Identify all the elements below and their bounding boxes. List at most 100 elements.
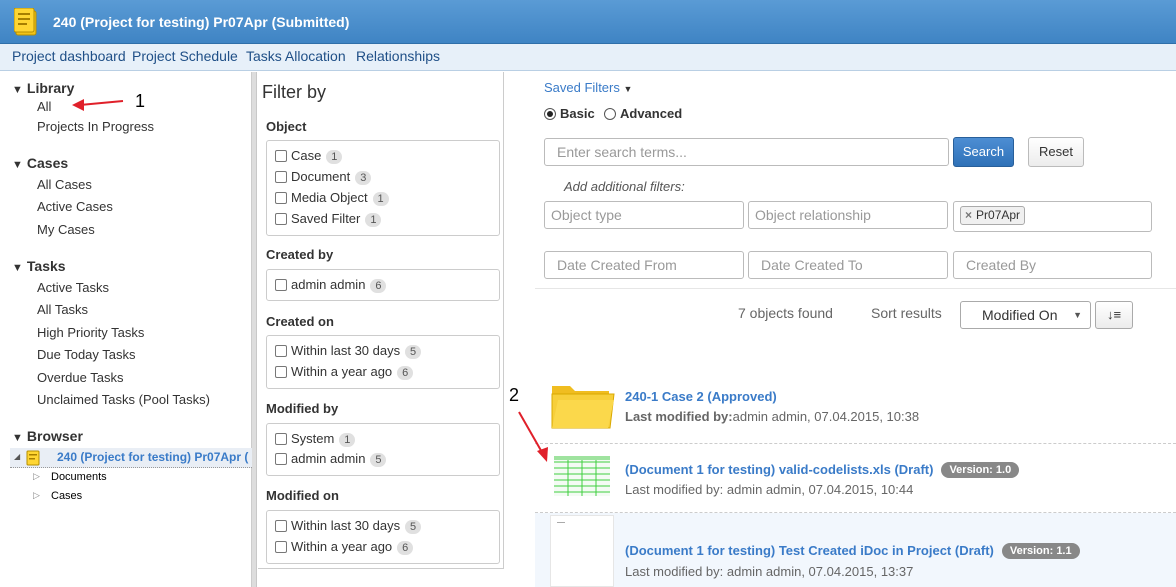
filter-created-by-label: Created by <box>266 247 334 262</box>
object-relationship-select[interactable]: Object relationship <box>748 201 948 229</box>
count-badge: 6 <box>397 366 414 380</box>
filter-modified-on-label: Modified on <box>266 488 339 503</box>
filter-option-label: Document <box>291 169 351 184</box>
search-button[interactable]: Search <box>953 137 1014 167</box>
filter-option[interactable]: admin admin 5 <box>275 451 387 469</box>
collapse-triangle-icon: ▼ <box>12 432 23 444</box>
version-badge: Version: 1.0 <box>941 462 1020 478</box>
result-item: (Document 1 for testing) valid-codelists… <box>535 444 1176 514</box>
filter-modified-by-label: Modified by <box>266 401 339 416</box>
filter-option[interactable]: System 1 <box>275 431 356 449</box>
panel-splitter[interactable] <box>252 72 257 587</box>
filter-option-label: Within a year ago <box>291 364 393 379</box>
checkbox[interactable] <box>275 520 287 532</box>
filter-option[interactable]: Within a year ago 6 <box>275 364 414 382</box>
radio-button[interactable] <box>544 108 556 120</box>
result-item: 240-1 Case 2 (Approved) Last modified by… <box>535 368 1176 440</box>
result-title-text[interactable]: (Document 1 for testing) valid-codelists… <box>625 462 933 477</box>
checkbox[interactable] <box>275 171 287 183</box>
search-main: Saved Filters ▼ Basic Advanced Enter sea… <box>505 72 1176 587</box>
library-section-title[interactable]: ▼ Library <box>12 80 74 96</box>
filter-option[interactable]: Within last 30 days 5 <box>275 343 422 361</box>
expand-triangle-icon[interactable]: ◢ <box>14 452 20 461</box>
sidebar-item-overdue-tasks[interactable]: Overdue Tasks <box>37 370 123 385</box>
collapse-triangle-icon: ▼ <box>12 159 23 171</box>
count-badge: 6 <box>370 279 387 293</box>
filter-option-label: Within last 30 days <box>291 518 401 533</box>
tree-item-documents-label: Documents <box>51 471 107 483</box>
filter-option-label: Within a year ago <box>291 539 393 554</box>
nav-relationships[interactable]: Relationships <box>356 48 440 64</box>
tree-item-cases[interactable]: ▷ Cases <box>33 490 83 502</box>
tasks-section-title[interactable]: ▼ Tasks <box>12 258 66 274</box>
sidebar-item-all-tasks[interactable]: All Tasks <box>37 302 88 317</box>
search-input[interactable]: Enter search terms... <box>544 138 949 166</box>
result-title-link[interactable]: 240-1 Case 2 (Approved) <box>625 389 777 404</box>
browser-tree-root[interactable]: ◢ 240 (Project for testing) Pr07Apr ( <box>10 448 252 468</box>
sort-label: Sort results <box>871 305 942 321</box>
browser-section-title[interactable]: ▼ Browser <box>12 428 83 444</box>
tree-item-documents[interactable]: ▷ Documents <box>33 471 107 483</box>
filter-option[interactable]: Document 3 <box>275 169 372 187</box>
document-thumbnail-icon <box>550 515 614 587</box>
basic-label: Basic <box>560 106 595 121</box>
sidebar-item-my-cases[interactable]: My Cases <box>37 222 95 237</box>
filter-option[interactable]: admin admin 6 <box>275 277 387 295</box>
expand-arrow-icon[interactable]: ▷ <box>33 471 40 482</box>
filter-option[interactable]: Saved Filter 1 <box>275 211 382 229</box>
sidebar-item-active-tasks[interactable]: Active Tasks <box>37 280 109 295</box>
filter-option-label: Media Object <box>291 190 368 205</box>
advanced-mode-radio[interactable]: Advanced <box>604 106 682 121</box>
expand-arrow-icon[interactable]: ▷ <box>33 490 40 501</box>
filter-option[interactable]: Media Object 1 <box>275 190 389 208</box>
nav-project-schedule[interactable]: Project Schedule <box>132 48 238 64</box>
saved-filters-label: Saved Filters <box>544 80 620 95</box>
nav-project-dashboard[interactable]: Project dashboard <box>12 48 126 64</box>
saved-filters-dropdown[interactable]: Saved Filters ▼ <box>544 80 632 95</box>
filter-option[interactable]: Within last 30 days 5 <box>275 518 422 536</box>
radio-button[interactable] <box>604 108 616 120</box>
result-item: (Document 1 for testing) Test Created iD… <box>535 513 1176 587</box>
sidebar-item-high-priority-tasks[interactable]: High Priority Tasks <box>37 325 144 340</box>
reset-button[interactable]: Reset <box>1028 137 1084 167</box>
created-by-select[interactable]: Created By <box>953 251 1152 279</box>
sort-direction-button[interactable]: ↓≡ <box>1095 301 1133 329</box>
sidebar-item-due-today-tasks[interactable]: Due Today Tasks <box>37 347 136 362</box>
cases-section-title[interactable]: ▼ Cases <box>12 155 68 171</box>
checkbox[interactable] <box>275 213 287 225</box>
result-title-text[interactable]: (Document 1 for testing) Test Created iD… <box>625 543 994 558</box>
checkbox[interactable] <box>275 453 287 465</box>
caret-down-icon: ▼ <box>623 84 633 94</box>
checkbox[interactable] <box>275 366 287 378</box>
result-title-link[interactable]: (Document 1 for testing) Test Created iD… <box>625 543 1080 559</box>
basic-mode-radio[interactable]: Basic <box>544 106 595 121</box>
browser-root-label[interactable]: 240 (Project for testing) Pr07Apr ( <box>57 450 248 464</box>
object-type-select[interactable]: Object type <box>544 201 744 229</box>
sort-select[interactable]: Modified On ▼ <box>960 301 1091 329</box>
checkbox[interactable] <box>275 279 287 291</box>
context-select[interactable]: × Pr07Apr <box>953 201 1152 232</box>
date-created-from-input[interactable]: Date Created From <box>544 251 744 279</box>
checkbox[interactable] <box>275 433 287 445</box>
context-tag[interactable]: × Pr07Apr <box>960 206 1026 225</box>
sidebar-item-unclaimed-tasks[interactable]: Unclaimed Tasks (Pool Tasks) <box>37 392 210 407</box>
filter-panel: Filter by Object Case 1 Document 3 Media O… <box>258 72 504 569</box>
sidebar-item-active-cases[interactable]: Active Cases <box>37 199 113 214</box>
checkbox[interactable] <box>275 541 287 553</box>
project-node-icon <box>26 450 40 466</box>
checkbox[interactable] <box>275 150 287 162</box>
tree-item-cases-label: Cases <box>51 490 83 502</box>
result-title-link[interactable]: (Document 1 for testing) valid-codelists… <box>625 462 1020 478</box>
filter-modified-by-box: System 1 admin admin 5 <box>266 423 500 476</box>
thumbnail-line <box>557 522 565 523</box>
remove-tag-icon[interactable]: × <box>965 208 972 222</box>
sidebar-item-all-cases[interactable]: All Cases <box>37 177 92 192</box>
sidebar-item-all[interactable]: All <box>37 99 51 114</box>
date-created-to-input[interactable]: Date Created To <box>748 251 948 279</box>
checkbox[interactable] <box>275 345 287 357</box>
nav-tasks-allocation[interactable]: Tasks Allocation <box>246 48 346 64</box>
filter-option[interactable]: Within a year ago 6 <box>275 539 414 557</box>
sidebar-item-projects-in-progress[interactable]: Projects In Progress <box>37 119 154 134</box>
filter-option[interactable]: Case 1 <box>275 148 343 166</box>
checkbox[interactable] <box>275 192 287 204</box>
